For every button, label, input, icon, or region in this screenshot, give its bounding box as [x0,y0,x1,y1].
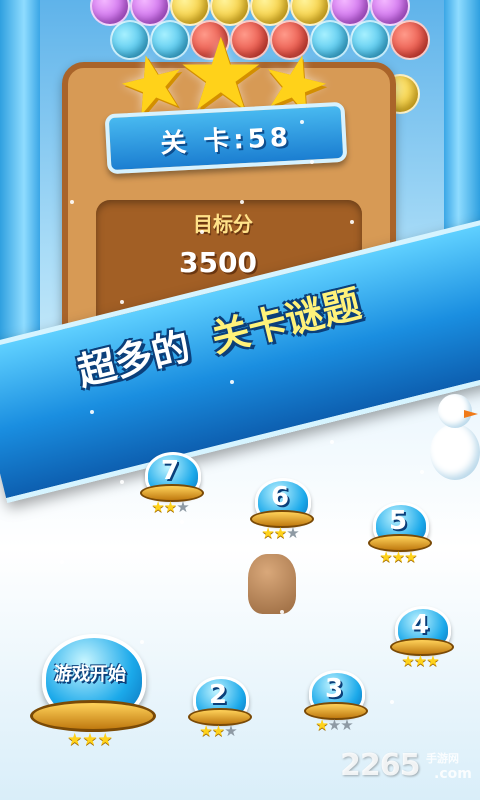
snowflake [200,230,204,234]
snowflake [240,200,244,204]
start-stars: ★★★ [30,730,150,750]
snowflake [280,610,284,614]
level-number: 6 [270,482,290,512]
game-screen: ★ ★ ★ 关 卡:58 目标分 3500 超多的 关卡谜题 7 ★★★ 6 ★★… [0,0,480,800]
star-filled-icon: ★ [97,730,113,750]
star-filled-icon: ★ [163,498,177,516]
site-watermark: 2265 手游网 .com [340,748,480,798]
star-filled-icon: ★ [404,548,417,566]
watermark-suffix: .com [434,766,472,782]
ice-wall-left [0,0,40,380]
star-empty-icon: ★ [286,524,299,542]
star-filled-icon: ★ [426,652,439,670]
snowflake [60,560,64,564]
snowflake [350,220,354,224]
star-filled-icon: ★ [315,716,328,734]
star-empty-icon: ★ [176,498,189,516]
star-filled-icon: ★ [199,722,212,740]
level-node-4[interactable]: 4 ★★★ [390,606,454,670]
snowflake [230,380,234,384]
target-score-label: 目标分 [193,212,253,236]
snowflake [330,440,334,444]
snowman-body [430,424,480,480]
level-node-2[interactable]: 2 ★★★ [188,676,252,740]
star-filled-icon: ★ [401,652,414,670]
snowflake [70,200,74,204]
snowflake [300,120,304,124]
snowman-decoration [430,388,480,488]
star-empty-icon: ★ [327,716,341,734]
snowflake [90,410,94,414]
level-number: 5 [388,506,408,536]
snowflake [420,470,424,474]
star-filled-icon: ★ [273,524,287,542]
snowflake [120,480,124,484]
level-node-3[interactable]: 3 ★★★ [304,670,368,734]
star-filled-icon: ★ [391,548,405,566]
level-node-5[interactable]: 5 ★★★ [368,502,432,566]
carrot-nose-icon [464,410,478,418]
level-stars: ★★★ [190,722,246,740]
level-stars: ★★★ [392,652,448,670]
blue-bubble [350,20,390,60]
star-empty-icon: ★ [224,722,237,740]
level-node-6[interactable]: 6 ★★★ [250,478,314,542]
watermark-number: 2265 [340,748,420,783]
star-filled-icon: ★ [379,548,392,566]
start-game-label: 游戏开始 [54,664,126,685]
level-stars: ★★★ [142,498,198,516]
snowflake [140,640,144,644]
snowflake [390,700,394,704]
red-bubble [390,20,430,60]
star-filled-icon: ★ [151,498,164,516]
seal-decoration [248,554,296,614]
star-filled-icon: ★ [67,730,83,750]
star-filled-icon: ★ [413,652,427,670]
level-number: 7 [160,456,180,486]
level-stars: ★★★ [306,716,362,734]
level-number: 3 [324,674,344,704]
level-node-7[interactable]: 7 ★★★ [140,452,204,516]
watermark-site: 手游网 [426,752,459,765]
start-pedestal [30,700,156,732]
level-stars: ★★★ [370,548,426,566]
star-filled-icon: ★ [82,730,98,750]
snowflake [310,160,314,164]
star-filled-icon: ★ [261,524,274,542]
level-number: 4 [410,610,430,640]
snowflake [180,520,184,524]
snowflake [120,300,124,304]
level-number: 2 [208,680,228,710]
start-game-button[interactable]: 游戏开始 ★★★ [30,634,156,750]
star-filled-icon: ★ [211,722,225,740]
level-stars: ★★★ [252,524,308,542]
star-empty-icon: ★ [340,716,353,734]
